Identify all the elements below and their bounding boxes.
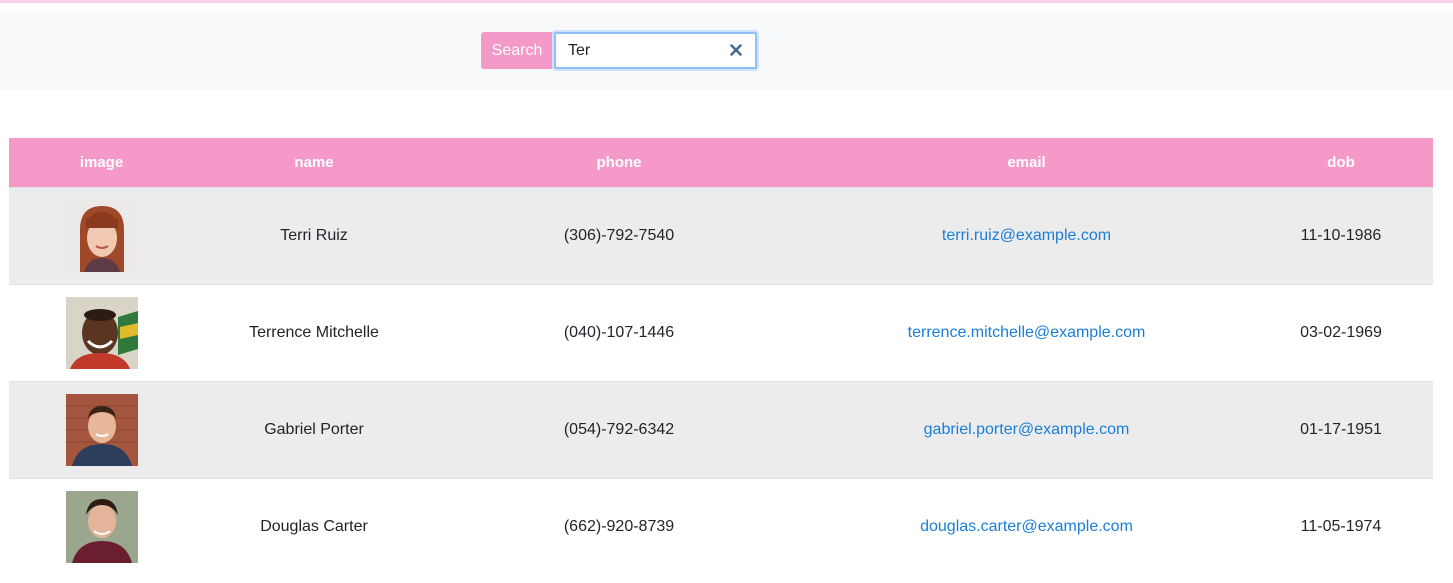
phone-cell: (306)-792-7540 [563, 227, 675, 244]
header-dob[interactable]: dob [1249, 138, 1433, 188]
image-cell [9, 382, 194, 479]
dob-cell: 03-02-1969 [1300, 324, 1382, 341]
table-body: Terri Ruiz (306)-792-7540 terri.ruiz@exa… [9, 187, 1433, 576]
employee-table-wrap: image name phone email dob Terri Ruiz (3… [9, 138, 1433, 576]
header-phone[interactable]: phone [434, 138, 804, 188]
email-cell: terri.ruiz@example.com [804, 188, 1249, 285]
header-name[interactable]: name [194, 138, 434, 188]
phone-cell: (662)-920-8739 [563, 518, 675, 536]
table-row: Terri Ruiz (306)-792-7540 terri.ruiz@exa… [9, 187, 1433, 285]
image-cell [9, 285, 194, 382]
employee-table: image name phone email dob Terri Ruiz (3… [9, 138, 1433, 576]
email-cell: terrence.mitchelle@example.com [804, 285, 1249, 382]
dob-cell: 11-05-1974 [1300, 518, 1382, 536]
email-link[interactable]: terri.ruiz@example.com [942, 227, 1111, 244]
avatar [65, 297, 138, 369]
table-row: Douglas Carter (662)-920-8739 douglas.ca… [9, 478, 1433, 576]
dob-cell: 01-17-1951 [1300, 421, 1382, 438]
email-cell: douglas.carter@example.com [804, 479, 1249, 576]
search-button[interactable]: Search [481, 32, 553, 69]
search-bar: Search [0, 11, 1453, 90]
header-email[interactable]: email [804, 138, 1249, 188]
table-row: Gabriel Porter (054)-792-6342 gabriel.po… [9, 381, 1433, 479]
phone-cell: (040)-107-1446 [563, 324, 675, 341]
table-header: image name phone email dob [9, 138, 1433, 188]
avatar [65, 491, 138, 564]
close-icon[interactable] [729, 42, 743, 58]
name-cell: Douglas Carter [260, 518, 368, 536]
table-row: Terrence Mitchelle (040)-107-1446 terren… [9, 284, 1433, 382]
avatar [65, 200, 138, 272]
search-group: Search [481, 32, 757, 69]
search-input[interactable] [556, 34, 716, 67]
dob-cell: 11-10-1986 [1300, 227, 1382, 244]
avatar [65, 394, 138, 466]
email-link[interactable]: douglas.carter@example.com [920, 518, 1133, 535]
header-image[interactable]: image [9, 138, 194, 188]
top-accent-bar [0, 0, 1453, 3]
phone-cell: (054)-792-6342 [563, 421, 675, 438]
image-cell [9, 479, 194, 576]
email-link[interactable]: terrence.mitchelle@example.com [908, 324, 1146, 341]
search-field [554, 32, 757, 69]
name-cell: Terrence Mitchelle [249, 324, 379, 341]
name-cell: Terri Ruiz [280, 227, 348, 244]
email-cell: gabriel.porter@example.com [804, 382, 1249, 479]
name-cell: Gabriel Porter [264, 421, 364, 438]
image-cell [9, 188, 194, 285]
email-link[interactable]: gabriel.porter@example.com [924, 421, 1130, 438]
